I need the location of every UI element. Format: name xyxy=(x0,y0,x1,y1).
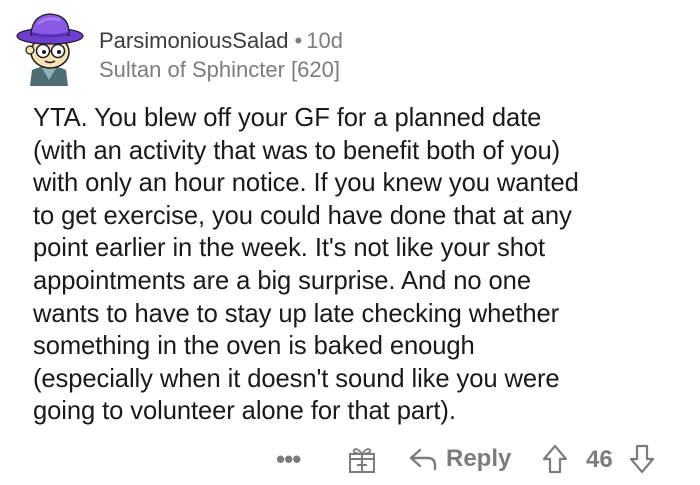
comment-body: YTA. You blew off your GF for a planned … xyxy=(33,102,673,428)
upvote-button[interactable] xyxy=(541,443,569,475)
body-line: something in the oven is baked enough xyxy=(33,332,475,361)
comment: ParsimoniousSalad • 10d Sultan of Sphincte… xyxy=(0,0,700,485)
downvote-button[interactable] xyxy=(628,443,656,475)
body-line: appointments are a big surprise. And no … xyxy=(33,266,531,295)
reply-label: Reply xyxy=(446,445,512,472)
body-line: going to volunteer alone for that part). xyxy=(33,397,456,426)
reply-arrow-icon xyxy=(409,448,437,471)
body-line: (with an activity that was to benefit bo… xyxy=(33,136,561,165)
comment-actions: ••• Reply 46 xyxy=(0,438,700,482)
body-line: with only an hour notice. If you knew yo… xyxy=(33,169,579,198)
user-flair: Sultan of Sphincter [620] xyxy=(99,57,340,82)
downvote-arrow-icon xyxy=(629,444,655,474)
user-avatar[interactable] xyxy=(14,10,84,86)
gift-award-icon xyxy=(349,448,375,473)
more-options-button[interactable]: ••• xyxy=(276,444,301,474)
meta-line: ParsimoniousSalad • 10d xyxy=(99,28,343,54)
upvote-arrow-icon xyxy=(542,444,568,474)
body-line: YTA. You blew off your GF for a planned … xyxy=(33,104,542,132)
username[interactable]: ParsimoniousSalad xyxy=(99,28,289,53)
award-button[interactable] xyxy=(347,446,377,474)
snoo-avatar-icon xyxy=(16,13,84,86)
vote-score: 46 xyxy=(586,446,613,473)
comment-meta: ParsimoniousSalad • 10d Sultan of Sphincte… xyxy=(99,28,343,84)
body-line: point earlier in the week. It's not like… xyxy=(33,234,546,263)
body-line: wants to have to stay up late checking w… xyxy=(33,299,560,328)
body-line: (especially when it doesn't sound like y… xyxy=(33,364,560,393)
comment-age: 10d xyxy=(306,28,343,53)
reply-button[interactable]: Reply xyxy=(408,444,511,474)
body-line: to get exercise, you could have done tha… xyxy=(33,201,572,230)
more-dots-icon: ••• xyxy=(276,444,301,474)
separator-dot: • xyxy=(294,28,303,53)
